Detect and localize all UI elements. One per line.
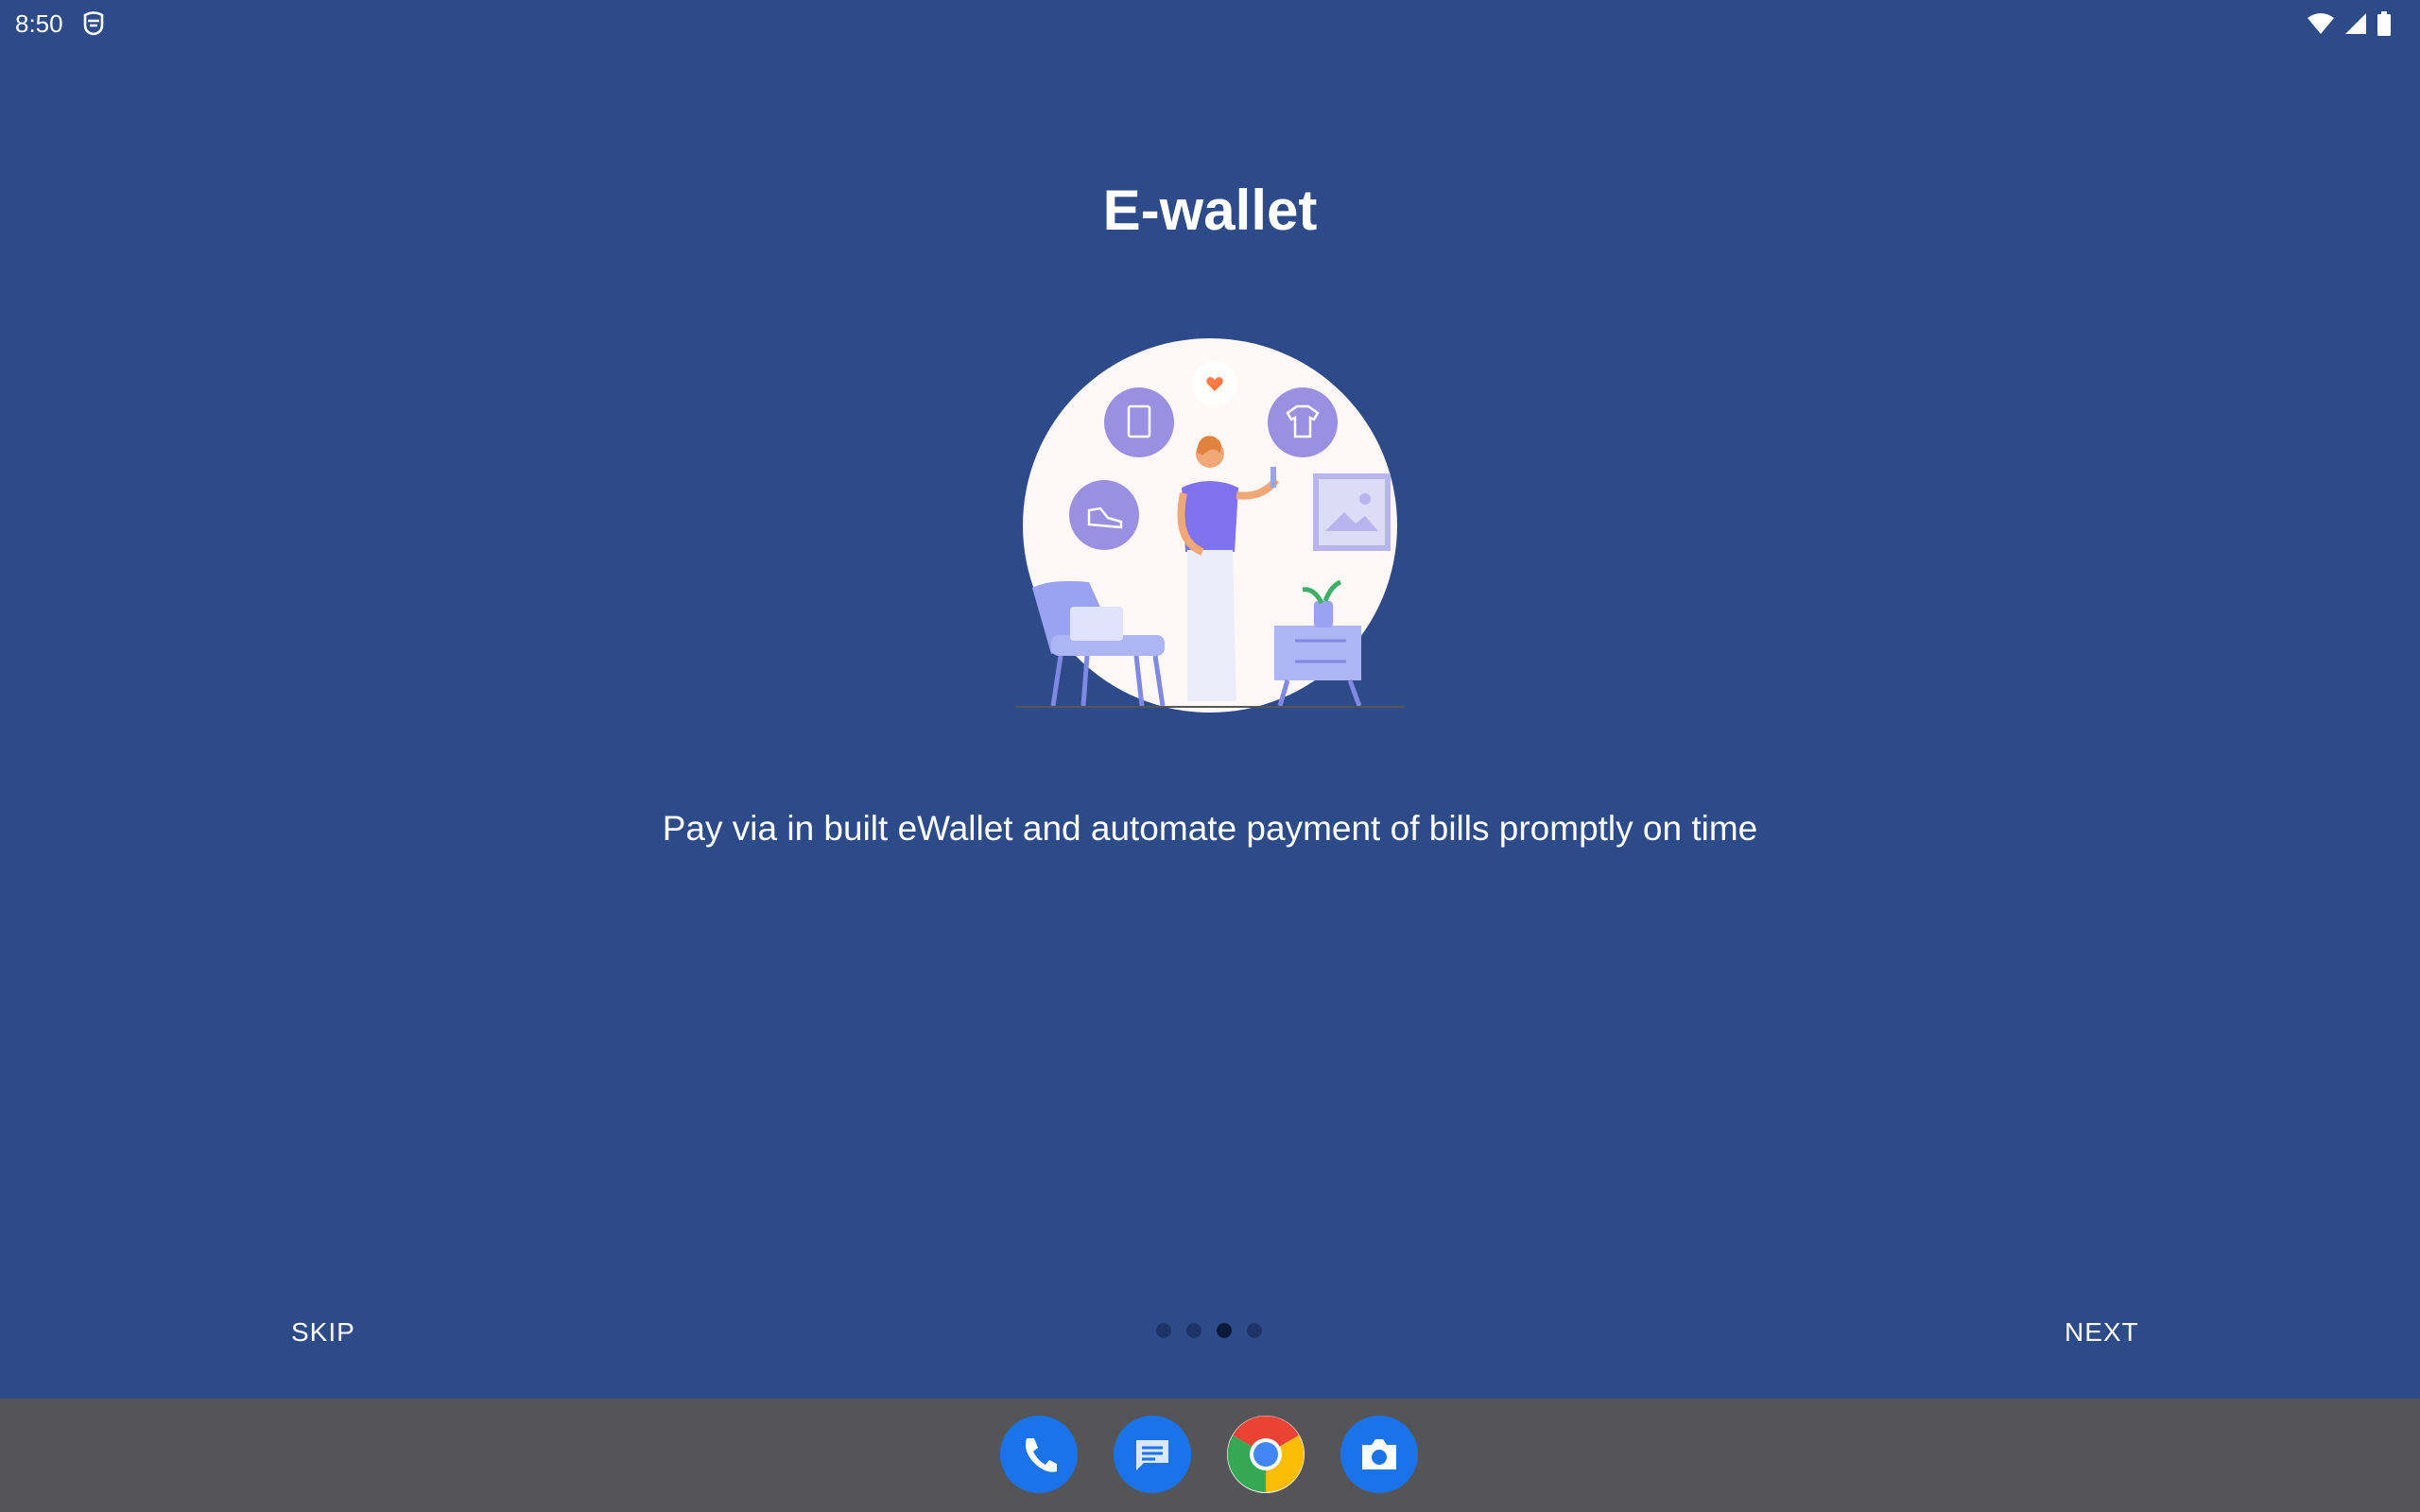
page-description: Pay via in built eWallet and automate pa… — [662, 809, 1758, 848]
skip-button[interactable]: SKIP — [284, 1314, 363, 1351]
camera-app-icon[interactable] — [1340, 1416, 1418, 1493]
wifi-icon — [2308, 13, 2334, 34]
phone-app-icon[interactable] — [1000, 1416, 1078, 1493]
messages-app-icon[interactable] — [1114, 1416, 1191, 1493]
chrome-icon — [1227, 1416, 1305, 1493]
page-indicator — [1156, 1323, 1262, 1338]
woman-shopping-illustration — [1015, 338, 1405, 713]
page-dot-active — [1217, 1323, 1232, 1338]
phone-icon — [1026, 1438, 1057, 1472]
next-button[interactable]: NEXT — [2057, 1314, 2147, 1351]
page-dot — [1156, 1323, 1171, 1338]
page-dot — [1186, 1323, 1201, 1338]
page-title: E-wallet — [1102, 179, 1318, 242]
status-bar: 8:50 — [0, 0, 2420, 45]
status-right-icons — [2307, 11, 2392, 36]
battery-icon — [2377, 11, 2391, 36]
camera-icon — [1362, 1439, 1396, 1469]
mask-icon — [83, 11, 104, 36]
messages-icon — [1136, 1440, 1168, 1470]
page-dot — [1247, 1323, 1262, 1338]
app-dock — [0, 1399, 2420, 1512]
cell-signal-icon — [2345, 13, 2366, 34]
status-time: 8:50 — [15, 9, 63, 38]
chrome-app-icon[interactable] — [1227, 1416, 1305, 1493]
dock-icons — [1000, 1416, 1418, 1493]
